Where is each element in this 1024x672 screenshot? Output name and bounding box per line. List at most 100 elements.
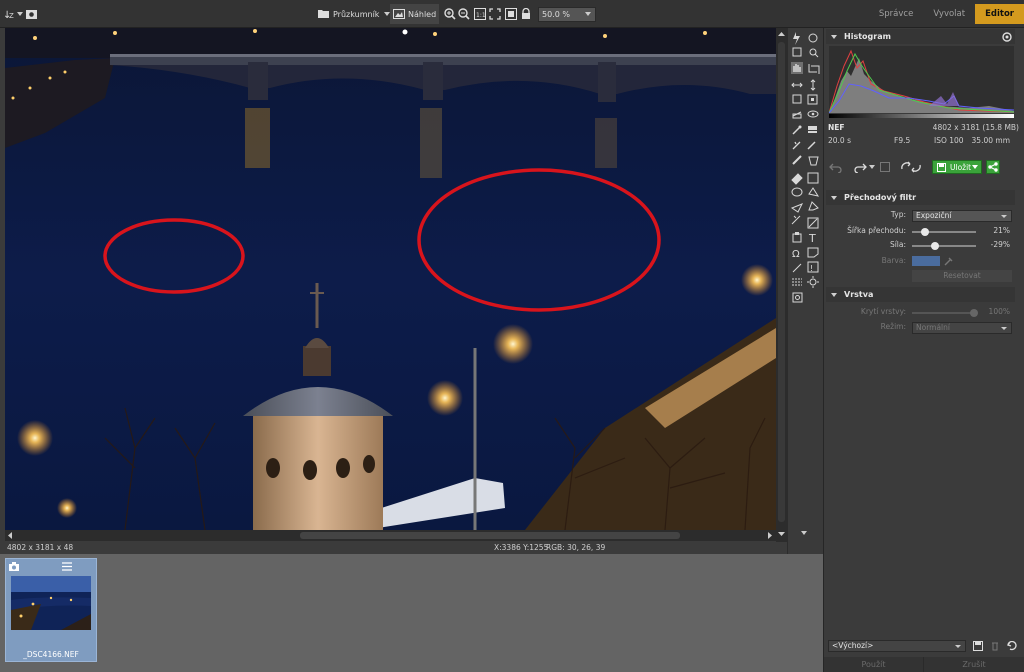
layer-header[interactable]: Vrstva — [826, 287, 1015, 302]
top-toolbar: ↓ Z Průzkumník Náhled 1:1 50.0 % Správce … — [0, 0, 1024, 28]
camera-folder-button[interactable] — [25, 4, 39, 24]
history-icon[interactable] — [880, 162, 890, 172]
width-slider-knob[interactable] — [921, 228, 930, 236]
settings-icon[interactable] — [1002, 31, 1012, 42]
histogram-graph — [829, 46, 1014, 113]
fullscreen-button[interactable] — [505, 4, 517, 24]
lock-icon — [522, 8, 530, 19]
chevron-up-icon — [778, 32, 785, 36]
sort-icon: ↓Z — [3, 10, 14, 21]
tab-manage[interactable]: Správce — [869, 4, 923, 24]
camera-icon — [9, 562, 19, 571]
save-label: Uložit — [950, 162, 972, 172]
file-format: NEF — [828, 123, 845, 132]
scroll-down-button[interactable] — [778, 530, 785, 538]
opacity-slider-knob[interactable] — [970, 309, 978, 317]
actual-size-button[interactable]: 1:1 — [474, 4, 486, 24]
zoom-out-icon — [458, 8, 470, 20]
apply-cancel-bar: Použít Zrušit — [824, 657, 1024, 672]
far-bank — [5, 28, 776, 58]
strength-value: -29% — [990, 240, 1010, 249]
type-row: Typ: Expoziční — [830, 210, 1014, 222]
blend-mode-dropdown[interactable]: Normální — [912, 322, 1012, 334]
hand-tool-button[interactable] — [791, 60, 805, 74]
svg-text:1:1: 1:1 — [476, 12, 486, 19]
undo-icon[interactable] — [829, 161, 843, 173]
scroll-right-button[interactable] — [767, 532, 774, 539]
tool-palette: T Ω ! — [787, 28, 823, 554]
zoom-level-value: 50.0 % — [542, 10, 570, 19]
vertical-scroll-thumb[interactable] — [778, 42, 785, 522]
chevron-left-icon — [8, 532, 12, 539]
shutter-speed: 20.0 s — [828, 136, 851, 145]
sort-button[interactable]: ↓ Z — [3, 4, 23, 24]
zoom-out-button[interactable] — [458, 4, 470, 24]
eyedropper-icon[interactable] — [944, 257, 953, 266]
zoom-in-button[interactable] — [444, 4, 456, 24]
browser-dropdown[interactable]: Průzkumník — [318, 4, 391, 24]
scroll-up-button[interactable] — [778, 30, 785, 38]
width-slider[interactable] — [912, 228, 976, 236]
chevron-down-icon — [778, 532, 785, 536]
delete-preset-icon[interactable] — [990, 641, 1000, 651]
lock-button[interactable] — [521, 4, 531, 24]
svg-text:Z: Z — [9, 12, 14, 20]
vertical-scrollbar[interactable] — [776, 28, 787, 542]
folder-icon — [318, 10, 329, 18]
thumbnail-image — [11, 576, 91, 630]
action-bar: Uložit — [828, 159, 1014, 175]
preset-dropdown[interactable]: <Výchozí> — [828, 640, 966, 652]
compare-icon[interactable] — [900, 161, 922, 173]
reset-icon[interactable] — [1007, 641, 1018, 651]
browser-label: Průzkumník — [333, 9, 380, 19]
image-icon — [393, 9, 405, 19]
menu-icon[interactable] — [62, 562, 72, 571]
cancel-button[interactable]: Zrušit — [924, 657, 1024, 672]
photo-canvas[interactable] — [5, 28, 776, 530]
save-button[interactable]: Uložit — [932, 160, 982, 174]
preview-button[interactable]: Náhled — [390, 4, 440, 24]
save-preset-icon[interactable] — [973, 641, 983, 651]
tab-editor[interactable]: Editor — [975, 4, 1024, 24]
color-row: Barva: — [830, 256, 1014, 268]
collapse-arrow-icon — [831, 195, 837, 200]
photo-folder-icon — [26, 10, 37, 19]
mode-tabs: Správce Vyvolat Editor — [869, 4, 1024, 24]
thumbnail-item[interactable]: _DSC4166.NEF — [5, 558, 97, 662]
fit-screen-button[interactable] — [489, 4, 501, 24]
aperture: F9.5 — [894, 136, 911, 145]
thumbnail-photo — [11, 576, 91, 630]
apply-button[interactable]: Použít — [824, 657, 924, 672]
chevron-right-icon — [768, 532, 772, 539]
redo-icon[interactable] — [854, 161, 868, 173]
zoom-in-icon — [444, 8, 456, 20]
image-viewer[interactable] — [5, 28, 776, 530]
gradient-filter-header[interactable]: Přechodový filtr — [826, 190, 1015, 205]
strength-slider-knob[interactable] — [930, 242, 939, 250]
strength-slider[interactable] — [912, 242, 976, 250]
share-button[interactable] — [986, 160, 1000, 174]
horizontal-scrollbar[interactable] — [5, 530, 776, 541]
focal-length: 35.00 mm — [971, 136, 1010, 145]
scroll-left-button[interactable] — [7, 532, 14, 539]
preset-value: <Výchozí> — [832, 641, 874, 650]
collapse-arrow-icon — [831, 34, 837, 39]
width-value: 21% — [993, 226, 1010, 235]
collapse-arrow-icon — [831, 292, 837, 297]
zoom-level-dropdown[interactable]: 50.0 % — [538, 7, 596, 22]
width-row: Šířka přechodu: 21% — [830, 226, 1014, 238]
layer-title: Vrstva — [844, 290, 874, 299]
cursor-coordinates: X:3386 Y:1255 — [494, 543, 549, 552]
thumbnail-filename: _DSC4166.NEF — [23, 650, 79, 659]
histogram-header[interactable]: Histogram — [826, 29, 1015, 44]
color-swatch[interactable] — [912, 256, 940, 266]
type-dropdown[interactable]: Expoziční — [912, 210, 1012, 222]
horizontal-scroll-thumb[interactable] — [300, 532, 680, 539]
reset-button[interactable]: Resetovat — [912, 270, 1012, 282]
tools-expand-button[interactable] — [800, 529, 810, 537]
tab-develop[interactable]: Vyvolat — [923, 4, 975, 24]
chevron-down-icon[interactable] — [869, 165, 875, 170]
blend-mode-label: Režim: — [880, 322, 906, 331]
share-icon — [988, 162, 998, 172]
opacity-slider[interactable] — [912, 309, 978, 317]
